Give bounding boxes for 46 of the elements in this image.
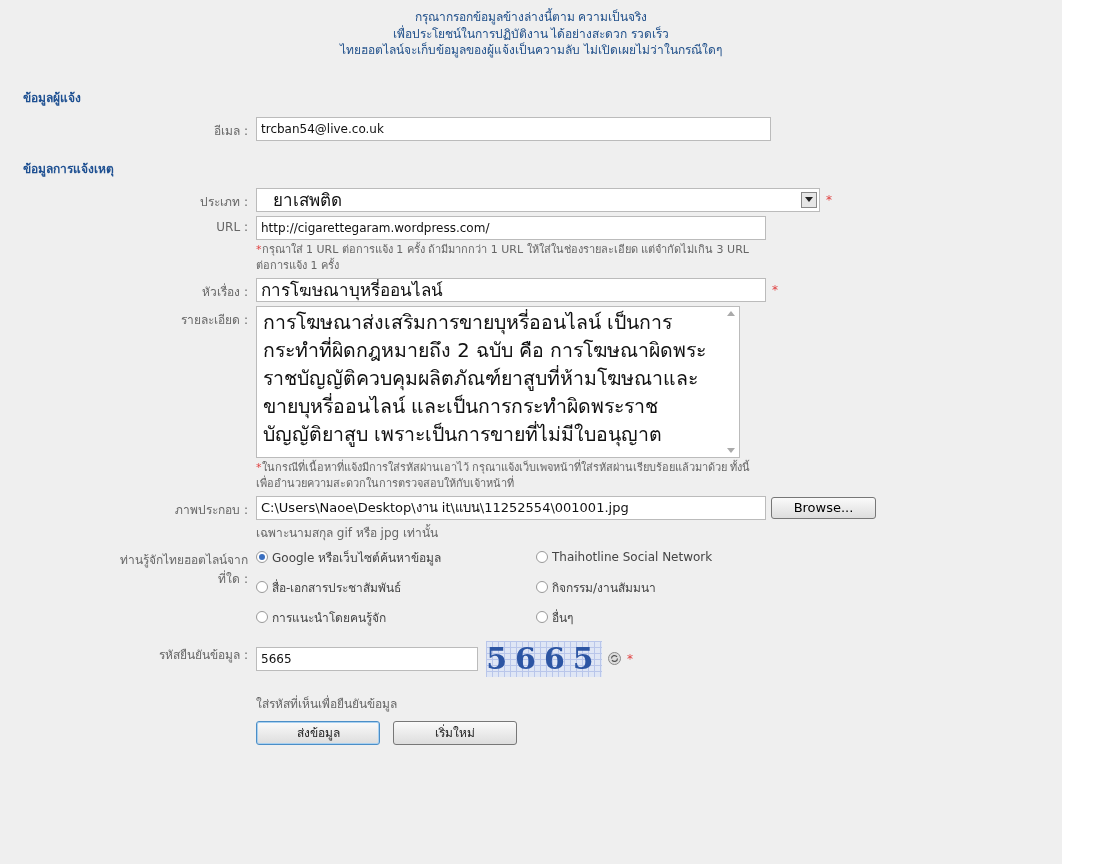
file-path-field[interactable]: C:\Users\Naoe\Desktop\งาน it\แบน\11252554\001001.jpg [256, 495, 766, 520]
field-label: ประเภท : [200, 193, 248, 211]
radio-button[interactable] [536, 581, 548, 593]
radio-button[interactable] [256, 551, 268, 563]
required-mark: * [826, 192, 832, 207]
details-textarea[interactable]: การโฆษณาส่งเสริมการขายบุหรี่ออนไลน์ เป็นการกระทำที่ผิดกฎหมายถึง 2 ฉบับ คือ การโฆษณาผิดพระราชบัญญัติควบคุมผลิตภัณฑ์ยาสูบที่ห้ามโฆษณาและขายบุหรี่ออนไลน์ และเป็นการกระทำผิดพระราชบัญญัติยาสูบ เพราะเป็นการขายที่ไม่มีใบอนุญาต [256, 305, 740, 458]
field-hint: เฉพาะนามสกุล gif หรือ jpg เท่านั้น [256, 523, 439, 542]
field-label: รหัสยืนยันข้อมูล : [159, 646, 248, 664]
intro-text: ไทยฮอตไลน์จะเก็บข้อมูลของผู้แจ้งเป็นความลับ ไม่เปิดเผยไม่ว่าในกรณีใดๆ [340, 42, 722, 59]
radio-option[interactable]: อื่นๆ [536, 607, 796, 627]
captcha-field[interactable]: 5665 [256, 646, 478, 671]
field-label: รายละเอียด : [181, 311, 248, 329]
field-label: ท่านรู้จักไทยฮอตไลน์จากที่ใด : [119, 551, 248, 588]
field-label: อีเมล : [214, 122, 248, 140]
scroll-up-icon[interactable] [727, 310, 735, 316]
type-dropdown[interactable]: ยาเสพติด [256, 187, 820, 212]
radio-button[interactable] [256, 611, 268, 623]
browse-button[interactable]: Browse... [771, 496, 876, 519]
radio-option[interactable]: สื่อ-เอกสารประชาสัมพันธ์ [256, 577, 536, 597]
text-field[interactable]: การโฆษณาบุหรี่ออนไลน์ [256, 277, 766, 302]
field-label: URL : [216, 218, 248, 234]
required-mark: * [627, 651, 633, 666]
radio-option[interactable]: กิจกรรม/งานสัมมนา [536, 577, 796, 597]
field-hint: ใส่รหัสที่เห็นเพื่อยืนยันข้อมูล [256, 694, 398, 713]
section-heading: ข้อมูลการแจ้งเหตุ [22, 160, 115, 179]
text-field[interactable]: http://cigarettegaram.wordpress.com/ [256, 215, 766, 240]
radio-button[interactable] [536, 611, 548, 623]
form-button[interactable]: เริ่มใหม่ [393, 720, 517, 745]
required-mark: * [772, 282, 778, 297]
radio-option[interactable]: Google หรือเว็บไซต์ค้นหาข้อมูล [256, 547, 536, 567]
radio-option[interactable]: Thaihotline Social Network [536, 547, 796, 567]
text-field[interactable]: trcban54@live.co.uk [256, 116, 771, 141]
scroll-down-icon[interactable] [727, 447, 735, 453]
intro-text: กรุณากรอกข้อมูลข้างล่างนี้ตาม ความเป็นจริง [414, 9, 648, 25]
field-note: *ในกรณีที่เนื้อหาที่แจ้งมีการใส่รหัสผ่านเอาไว้ กรุณาแจ้งเว็บเพจหน้าที่ใส่รหัสผ่านเรียบร้อยแล้วมาด้วย ทั้งนี้ เพื่ออำนวยความสะดวกในการตรวจสอบให้กับเจ้าหน้าที่ [256, 459, 752, 492]
radio-option[interactable]: การแนะนำโดยคนรู้จัก [256, 607, 536, 627]
field-label: ภาพประกอบ : [175, 501, 248, 519]
radio-button[interactable] [256, 581, 268, 593]
radio-button[interactable] [536, 551, 548, 563]
intro-text: เพื่อประโยชน์ในการปฏิบัติงาน ได้อย่างสะดวก รวดเร็ว [392, 25, 670, 42]
form-button[interactable]: ส่งข้อมูล [256, 720, 380, 745]
field-label: หัวเรื่อง : [202, 282, 248, 301]
refresh-icon[interactable] [608, 652, 621, 665]
section-heading: ข้อมูลผู้แจ้ง [22, 89, 82, 108]
field-note: *กรุณาใส่ 1 URL ต่อการแจ้ง 1 ครั้ง ถ้ามีมากกว่า 1 URL ให้ใส่ในช่องรายละเอียด แต่จำกัดไม่เกิน 3 URL ต่อการแจ้ง 1 ครั้ง [256, 241, 750, 274]
captcha-image: 5665 [486, 640, 602, 677]
